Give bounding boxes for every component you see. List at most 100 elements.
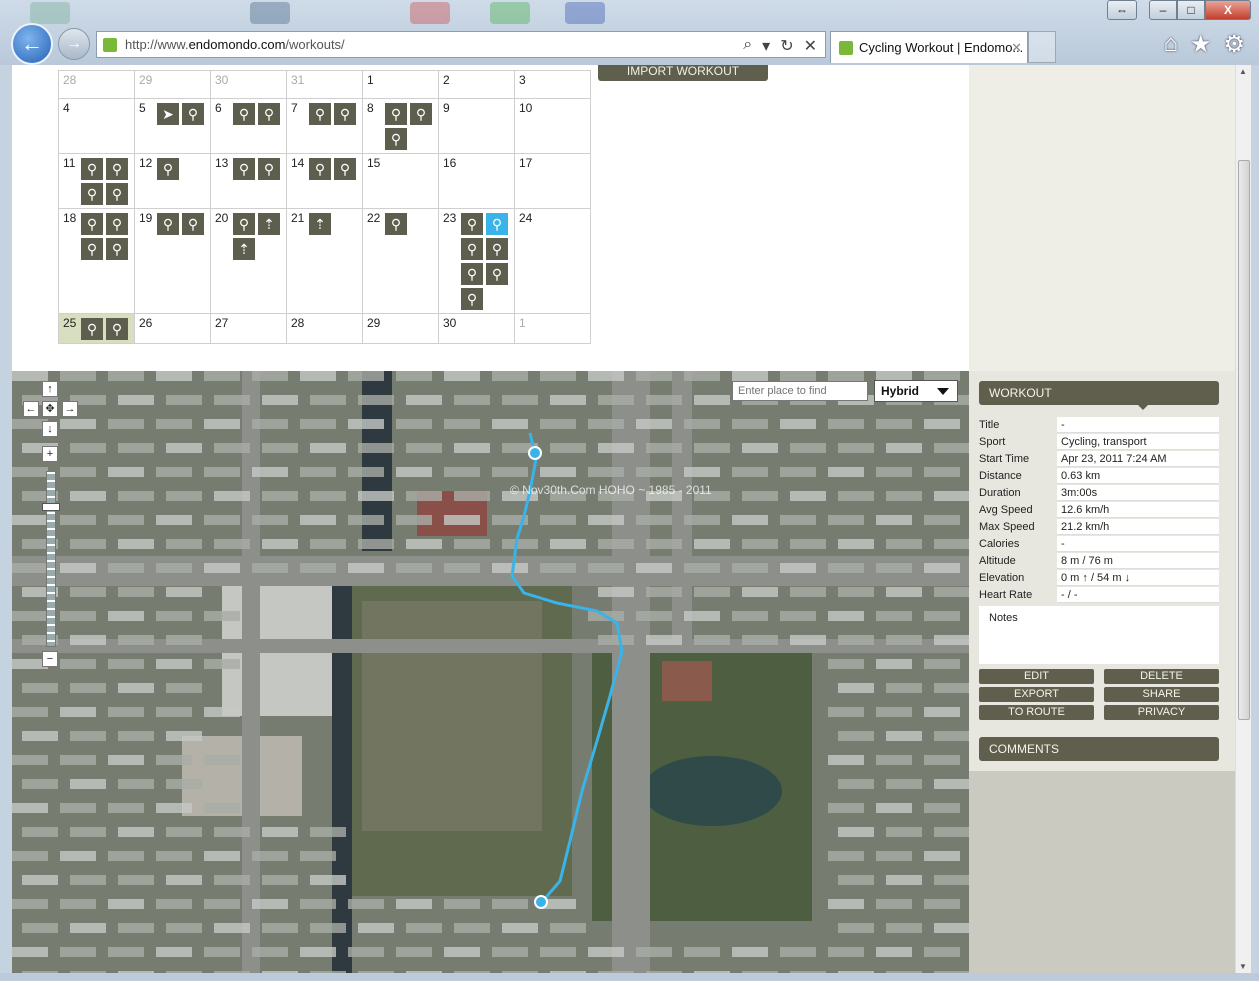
calendar-day-cell[interactable]: 6 ⚲ ⚲ [210, 98, 287, 154]
cycling-workout-icon[interactable]: ⚲ [461, 288, 483, 310]
cycling-workout-icon[interactable]: ⚲ [106, 238, 128, 260]
workout-header[interactable]: WORKOUT [979, 381, 1219, 405]
tab-cycling-workout[interactable]: Cycling Workout | Endomo... ✕ [830, 31, 1028, 63]
pan-down-button[interactable]: ↓ [42, 421, 58, 437]
calendar-day-cell[interactable]: 29 [362, 313, 439, 344]
search-icon[interactable]: ⌕ [743, 36, 752, 56]
cycling-workout-icon[interactable]: ⚲ [233, 103, 255, 125]
calendar-day-cell[interactable]: 28 [286, 313, 363, 344]
calendar-day-cell[interactable]: 9 [438, 98, 515, 154]
window-close-button[interactable]: X [1205, 0, 1251, 20]
window-maximize-button[interactable]: □ [1177, 0, 1205, 20]
import-workout-button[interactable]: IMPORT WORKOUT [598, 65, 768, 81]
comments-header[interactable]: COMMENTS [979, 737, 1219, 761]
cycling-workout-icon[interactable]: ⚲ [182, 103, 204, 125]
cycling-workout-icon[interactable]: ⚲ [486, 213, 508, 235]
cycling-workout-icon[interactable]: ⚲ [385, 128, 407, 150]
calendar-day-cell[interactable]: 10 [514, 98, 591, 154]
calendar-day-cell[interactable]: 22 ⚲ [362, 208, 439, 314]
walking-workout-icon[interactable]: ⇡ [233, 238, 255, 260]
running-workout-icon[interactable]: ➤ [157, 103, 179, 125]
calendar-day-cell[interactable]: 3 [514, 70, 591, 99]
calendar-day-cell[interactable]: 4 [58, 98, 135, 154]
home-icon[interactable]: ⌂ [1163, 30, 1178, 59]
scroll-thumb[interactable] [1238, 160, 1250, 720]
calendar-day-cell[interactable]: 30 [438, 313, 515, 344]
cycling-workout-icon[interactable]: ⚲ [81, 238, 103, 260]
calendar-day-cell[interactable]: 21 ⇡ [286, 208, 363, 314]
favorites-star-icon[interactable]: ★ [1190, 30, 1212, 59]
cycling-workout-icon[interactable]: ⚲ [106, 158, 128, 180]
zoom-slider-track[interactable] [46, 471, 56, 647]
cycling-workout-icon[interactable]: ⚲ [81, 158, 103, 180]
calendar-day-cell[interactable]: 25 ⚲ ⚲ [58, 313, 135, 344]
pan-up-button[interactable]: ↑ [42, 381, 58, 397]
calendar-day-cell[interactable]: 1 [514, 313, 591, 344]
calendar-day-cell[interactable]: 2 [438, 70, 515, 99]
calendar-day-cell[interactable]: 18 ⚲ ⚲ ⚲ ⚲ [58, 208, 135, 314]
cycling-workout-icon[interactable]: ⚲ [461, 213, 483, 235]
stop-icon[interactable]: ✕ [804, 36, 817, 56]
cycling-workout-icon[interactable]: ⚲ [182, 213, 204, 235]
cycling-workout-icon[interactable]: ⚲ [258, 158, 280, 180]
calendar-day-cell[interactable]: 7 ⚲ ⚲ [286, 98, 363, 154]
privacy-button[interactable]: PRIVACY [1104, 705, 1219, 720]
calendar-day-cell[interactable]: 28 [58, 70, 135, 99]
cycling-workout-icon[interactable]: ⚲ [309, 103, 331, 125]
pan-left-button[interactable]: ← [23, 401, 39, 417]
calendar-day-cell[interactable]: 31 [286, 70, 363, 99]
notes-box[interactable]: Notes [979, 606, 1219, 664]
calendar-day-cell[interactable]: 27 [210, 313, 287, 344]
walking-workout-icon[interactable]: ⇡ [258, 213, 280, 235]
back-button[interactable]: ← [11, 23, 53, 65]
tools-gear-icon[interactable]: ⚙ [1223, 30, 1245, 59]
calendar-day-cell[interactable]: 15 [362, 153, 439, 209]
cycling-workout-icon[interactable]: ⚲ [309, 158, 331, 180]
calendar-day-cell[interactable]: 29 [134, 70, 211, 99]
address-bar[interactable]: http://www. endomondo.com/workouts/ ⌕ ▾ ↻… [96, 31, 826, 58]
cycling-workout-icon[interactable]: ⚲ [486, 238, 508, 260]
cycling-workout-icon[interactable]: ⚲ [81, 213, 103, 235]
calendar-day-cell[interactable]: 8 ⚲ ⚲ ⚲ [362, 98, 439, 154]
window-minimize-button[interactable]: – [1149, 0, 1177, 20]
cycling-workout-icon[interactable]: ⚲ [106, 213, 128, 235]
zoom-out-button[interactable]: − [42, 651, 58, 667]
cycling-workout-icon[interactable]: ⚲ [157, 213, 179, 235]
calendar-day-cell[interactable]: 1 [362, 70, 439, 99]
cycling-workout-icon[interactable]: ⚲ [486, 263, 508, 285]
cycling-workout-icon[interactable]: ⚲ [461, 263, 483, 285]
calendar-day-cell[interactable]: 24 [514, 208, 591, 314]
forward-button[interactable]: → [58, 28, 90, 60]
calendar-day-cell[interactable]: 11 ⚲ ⚲ ⚲ ⚲ [58, 153, 135, 209]
scroll-down-icon[interactable]: ▼ [1239, 962, 1247, 971]
tab-close-icon[interactable]: ✕ [1011, 40, 1022, 56]
zoom-slider-handle[interactable] [42, 503, 60, 511]
calendar-day-cell[interactable]: 14 ⚲ ⚲ [286, 153, 363, 209]
calendar-day-cell[interactable]: 20 ⚲ ⇡ ⇡ [210, 208, 287, 314]
calendar-day-cell[interactable]: 23 ⚲ ⚲ ⚲ ⚲ ⚲ ⚲ ⚲ [438, 208, 515, 314]
refresh-icon[interactable]: ↻ [780, 36, 793, 56]
cycling-workout-icon[interactable]: ⚲ [233, 158, 255, 180]
cycling-workout-icon[interactable]: ⚲ [157, 158, 179, 180]
calendar-day-cell[interactable]: 5 ➤ ⚲ [134, 98, 211, 154]
cycling-workout-icon[interactable]: ⚲ [334, 158, 356, 180]
map-place-search-input[interactable] [732, 381, 868, 401]
cycling-workout-icon[interactable]: ⚲ [385, 213, 407, 235]
to-route-button[interactable]: TO ROUTE [979, 705, 1094, 720]
cycling-workout-icon[interactable]: ⚲ [385, 103, 407, 125]
cycling-workout-icon[interactable]: ⚲ [106, 318, 128, 340]
route-map[interactable]: © Nov30th.Com HOHO ~ 1985 - 2011 Hybrid … [12, 371, 969, 973]
cycling-workout-icon[interactable]: ⚲ [461, 238, 483, 260]
cycling-workout-icon[interactable]: ⚲ [334, 103, 356, 125]
calendar-day-cell[interactable]: 30 [210, 70, 287, 99]
cycling-workout-icon[interactable]: ⚲ [81, 318, 103, 340]
edit-button[interactable]: EDIT [979, 669, 1094, 684]
share-button[interactable]: SHARE [1104, 687, 1219, 702]
pan-right-button[interactable]: → [62, 401, 78, 417]
window-resize-button[interactable]: ⇔ [1107, 0, 1137, 20]
page-scrollbar[interactable]: ▲ ▼ [1235, 65, 1251, 973]
map-type-select[interactable]: Hybrid [874, 380, 958, 402]
dropdown-icon[interactable]: ▾ [762, 36, 770, 56]
export-button[interactable]: EXPORT [979, 687, 1094, 702]
delete-button[interactable]: DELETE [1104, 669, 1219, 684]
